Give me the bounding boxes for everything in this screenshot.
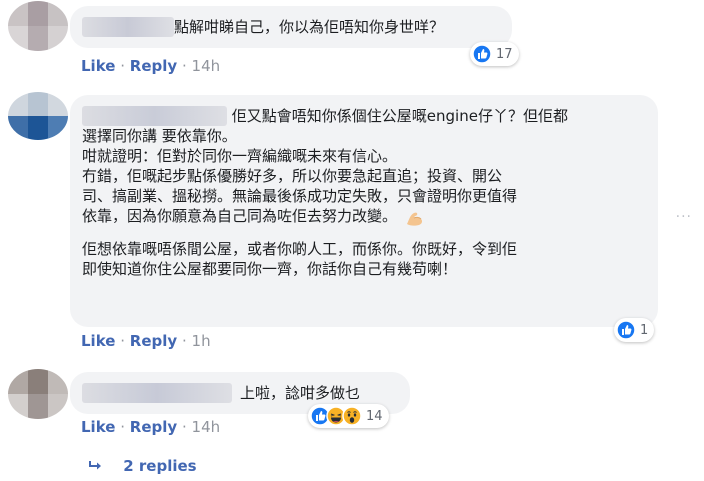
reaction-count: 1 <box>640 322 649 338</box>
comment-actions: Like · Reply · 14h <box>81 57 220 75</box>
separator-dot: · <box>181 57 187 75</box>
replies-count-label: 2 replies <box>123 457 197 475</box>
thumbs-up-icon <box>472 44 492 64</box>
commenter-avatar[interactable] <box>8 369 68 419</box>
thumbs-up-icon <box>616 320 636 340</box>
like-button[interactable]: Like <box>81 418 115 436</box>
more-options-icon[interactable]: ··· <box>676 209 692 225</box>
wow-emoji-icon <box>342 406 362 426</box>
reply-button[interactable]: Reply <box>130 418 177 436</box>
reaction-count: 17 <box>496 46 513 62</box>
comment-bubble: 佢又點會唔知你係個住公屋嘅engine仔丫？但佢都 選擇同你講 要依靠你。 咁就… <box>70 95 658 327</box>
like-button[interactable]: Like <box>81 57 115 75</box>
reaction-summary[interactable]: 14 <box>308 404 389 428</box>
reply-button[interactable]: Reply <box>130 57 177 75</box>
like-button[interactable]: Like <box>81 332 115 350</box>
comment-paragraph: 咁就證明：佢對於同你一齊編織嘅未來有信心。 冇錯，佢嘅起步點係優勝好多，所以你要… <box>82 147 518 225</box>
reaction-summary[interactable]: 17 <box>470 42 519 66</box>
view-replies-link[interactable]: 2 replies <box>88 457 197 475</box>
separator-dot: · <box>181 332 187 350</box>
comment-actions: Like · Reply · 14h <box>81 418 220 436</box>
comment-timestamp[interactable]: 14h <box>192 57 221 75</box>
comment-bubble: 點解咁睇自己，你以為佢唔知你身世咩？ <box>70 6 512 48</box>
separator-dot: · <box>120 418 126 436</box>
comment-timestamp[interactable]: 14h <box>192 418 221 436</box>
comment-text: 上啦，諗咁多做乜 <box>240 384 361 402</box>
separator-dot: · <box>120 57 126 75</box>
comment-timestamp[interactable]: 1h <box>192 332 211 350</box>
reaction-summary[interactable]: 1 <box>614 318 655 342</box>
commenter-avatar[interactable] <box>8 1 68 51</box>
separator-dot: · <box>181 418 187 436</box>
comment-actions: Like · Reply · 1h <box>81 332 211 350</box>
commenter-avatar[interactable] <box>8 92 68 140</box>
comment-paragraph: 佢想依靠嘅唔係間公屋，或者你啲人工，而係你。你既好，令到佢 即使知道你住公屋都要… <box>82 239 518 278</box>
commenter-name[interactable] <box>82 383 232 403</box>
commenter-name[interactable] <box>82 106 227 126</box>
reaction-count: 14 <box>366 408 383 424</box>
reply-arrow-icon <box>88 457 108 475</box>
separator-dot: · <box>120 332 126 350</box>
comment-text: 點解咁睇自己，你以為佢唔知你身世咩？ <box>174 18 445 36</box>
commenter-name[interactable] <box>82 17 174 37</box>
flexed-biceps-emoji <box>404 207 426 227</box>
reply-button[interactable]: Reply <box>130 332 177 350</box>
